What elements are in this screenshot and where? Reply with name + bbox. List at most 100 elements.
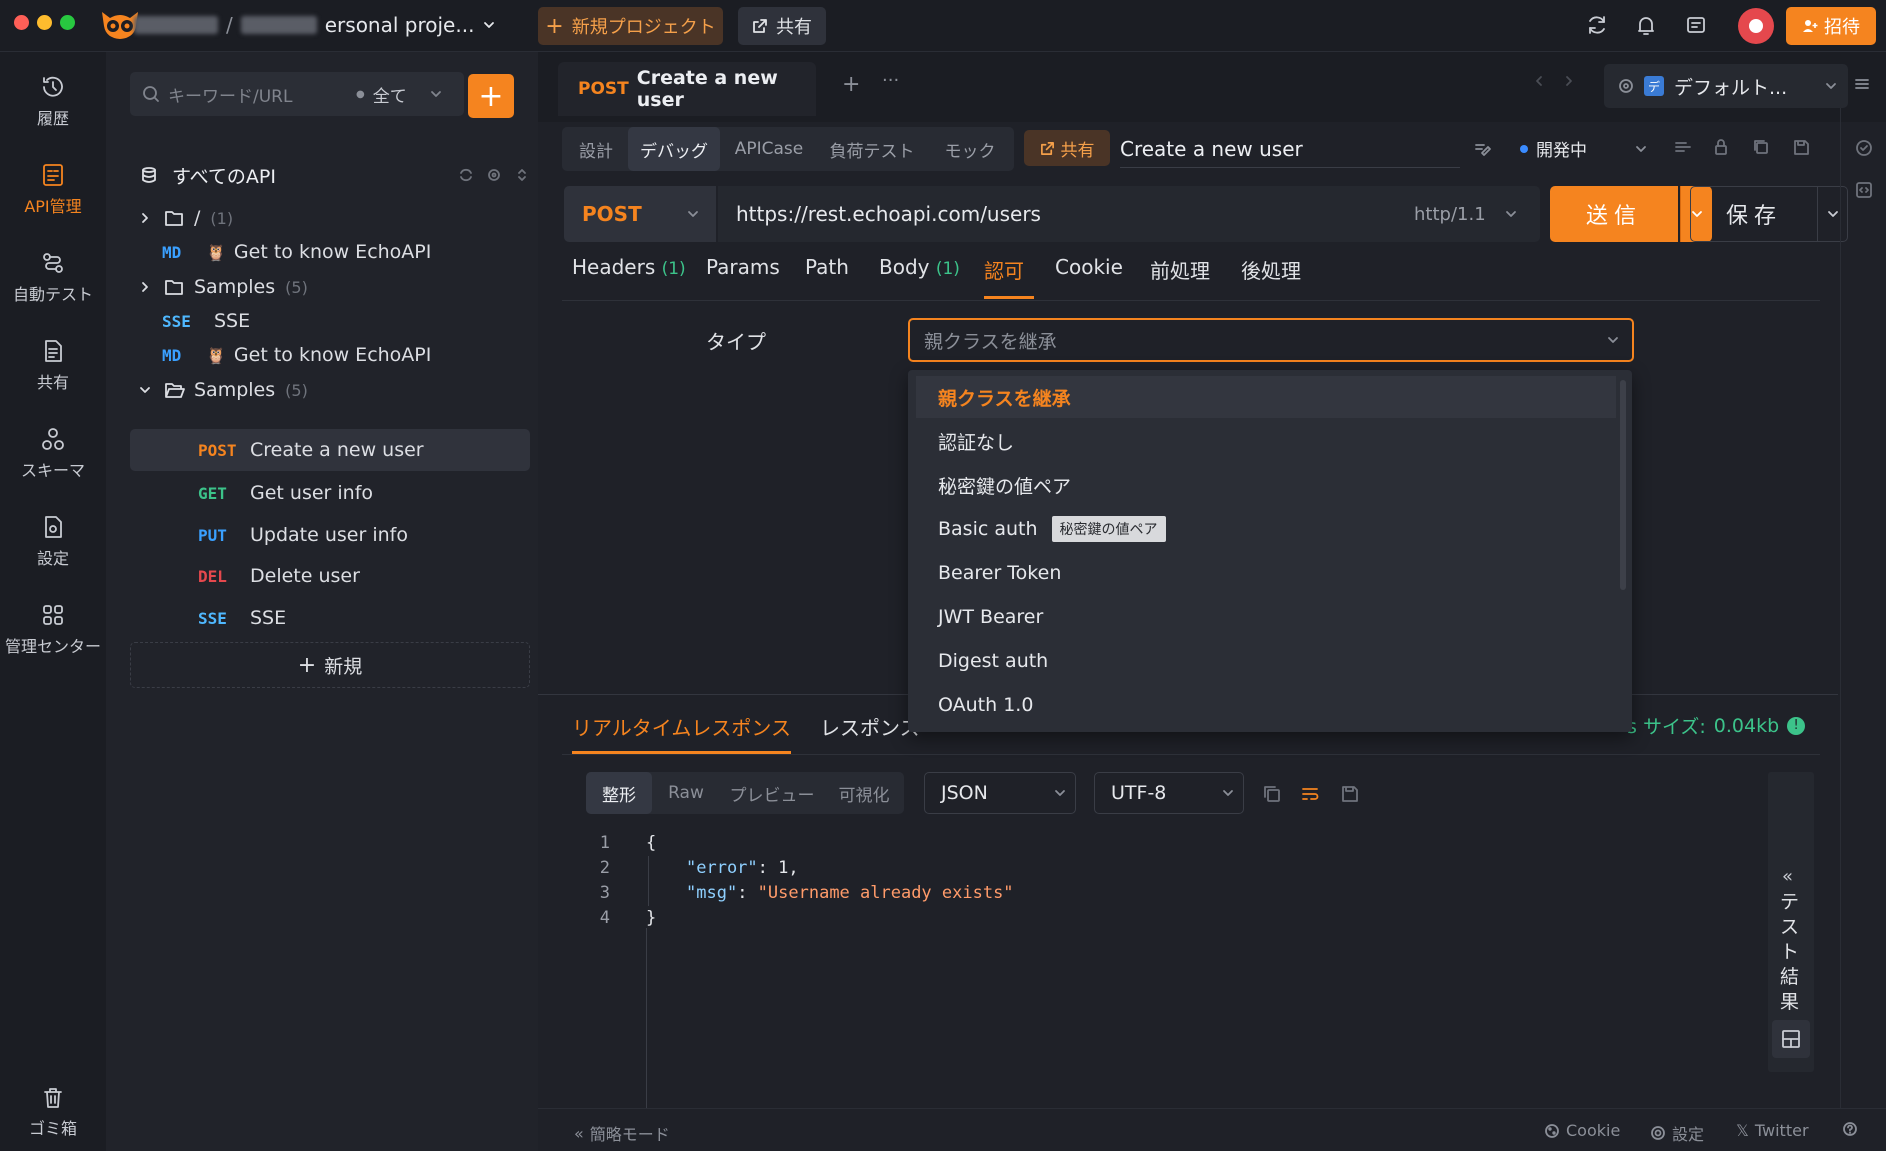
environment-select[interactable]: デ デフォルト... [1604, 64, 1848, 108]
nav-item-settings[interactable]: 設定 [0, 514, 106, 569]
protocol-select[interactable]: http/1.1 [1414, 204, 1504, 225]
format-raw[interactable]: Raw [652, 772, 720, 814]
auth-option-jwt[interactable]: JWT Bearer [916, 596, 1616, 638]
simple-mode-button[interactable]: « 簡略モード [574, 1121, 670, 1145]
mode-apicase[interactable]: APICase [722, 127, 816, 171]
encoding-select[interactable]: UTF-8 [1094, 772, 1244, 814]
code-icon[interactable] [1674, 138, 1692, 156]
auth-option-digest[interactable]: Digest auth [916, 640, 1616, 682]
request-name-field[interactable]: Create a new user [1120, 130, 1460, 168]
tab-auth[interactable]: 認可 [984, 255, 1034, 299]
tree-item-selected[interactable]: POST Create a new user [130, 429, 530, 471]
tab-path[interactable]: Path [805, 255, 849, 299]
lock-icon[interactable] [1712, 138, 1730, 156]
response-code-viewer[interactable]: 1 { 2 "error": 1, 3 "msg": "Username alr… [586, 828, 1766, 1108]
tab-body[interactable]: Body (1) [879, 255, 960, 299]
new-project-button[interactable]: + 新規プロジェクト [538, 7, 723, 45]
info-icon[interactable]: ! [1787, 716, 1806, 735]
tree-item[interactable]: DEL Delete user [130, 556, 530, 596]
tab-params[interactable]: Params [706, 255, 780, 299]
collapse-left-icon[interactable]: « [1782, 866, 1793, 887]
auth-option-bearer[interactable]: Bearer Token [916, 552, 1616, 594]
window-maximize-button[interactable] [60, 15, 75, 30]
tab-create-new-user[interactable]: POST Create a new user [558, 62, 816, 116]
auth-option-inherit[interactable]: 親クラスを継承 [916, 376, 1616, 418]
tree-item[interactable]: MD 🦉 Get to know EchoAPI [130, 232, 530, 272]
tab-headers[interactable]: Headers (1) [572, 255, 686, 299]
tab-scroll-left-icon[interactable] [1532, 74, 1546, 88]
help-button[interactable] [1842, 1121, 1858, 1137]
mode-load-test[interactable]: 負荷テスト [818, 127, 926, 171]
format-pretty[interactable]: 整形 [586, 772, 652, 814]
format-preview[interactable]: プレビュー [720, 772, 824, 814]
tree-item[interactable]: SSE SSE [130, 598, 530, 638]
code-snippet-icon[interactable] [1854, 180, 1874, 200]
sync-icon[interactable] [1585, 13, 1609, 37]
mode-debug[interactable]: デバッグ [628, 127, 720, 171]
auth-option-oauth1[interactable]: OAuth 1.0 [916, 684, 1616, 726]
check-circle-icon[interactable] [1854, 138, 1874, 158]
save-response-icon[interactable] [1340, 784, 1360, 804]
settings-button[interactable]: 設定 [1650, 1121, 1704, 1145]
send-button[interactable]: 送信 [1550, 186, 1678, 242]
invite-button[interactable]: 招待 [1786, 7, 1876, 45]
project-selector[interactable]: / ersonal proje... [134, 13, 496, 37]
save-button[interactable]: 保存 [1690, 186, 1818, 242]
tab-realtime-response[interactable]: リアルタイムレスポンス [572, 712, 791, 754]
mode-design[interactable]: 設計 [562, 127, 630, 171]
auth-type-select[interactable]: 親クラスを継承 [908, 318, 1634, 362]
window-close-button[interactable] [14, 15, 29, 30]
locate-icon[interactable] [486, 167, 502, 183]
search-input[interactable]: キーワード/URL ● 全て [130, 72, 464, 116]
test-results-panel[interactable]: « テスト結果 [1768, 772, 1814, 1072]
notes-icon[interactable] [1684, 13, 1708, 37]
nav-item-history[interactable]: 履歴 [0, 74, 106, 129]
nav-item-trash[interactable]: ゴミ箱 [0, 1086, 106, 1139]
tab-response[interactable]: レスポンス [820, 712, 920, 741]
expand-collapse-icon[interactable] [514, 167, 530, 183]
language-select[interactable]: JSON [924, 772, 1076, 814]
window-minimize-button[interactable] [37, 15, 52, 30]
format-visualize[interactable]: 可視化 [824, 772, 904, 814]
nav-item-admin[interactable]: 管理センター [0, 602, 106, 657]
nav-item-schema[interactable]: スキーマ [0, 426, 106, 481]
share-button[interactable]: 共有 [738, 7, 826, 45]
tree-item[interactable]: PUT Update user info [130, 515, 530, 555]
dropdown-scrollbar[interactable] [1620, 380, 1626, 590]
copy-icon[interactable] [1752, 138, 1770, 156]
tree-item[interactable]: MD 🦉 Get to know EchoAPI [130, 335, 530, 375]
save-disk-icon[interactable] [1792, 138, 1810, 156]
add-tab-icon[interactable]: + [842, 72, 860, 97]
new-api-button[interactable]: + 新規 [130, 642, 530, 688]
word-wrap-icon[interactable] [1300, 784, 1320, 804]
cookie-button[interactable]: Cookie [1544, 1121, 1620, 1140]
copy-response-icon[interactable] [1262, 784, 1282, 804]
add-api-button[interactable]: + [468, 74, 514, 118]
auth-option-none[interactable]: 認証なし [916, 420, 1616, 462]
nav-item-auto-test[interactable]: 自動テスト [0, 250, 106, 305]
nav-item-share[interactable]: 共有 [0, 338, 106, 393]
tree-item[interactable]: GET Get user info [130, 473, 530, 513]
method-select[interactable]: POST [564, 186, 716, 242]
tab-scroll-right-icon[interactable] [1562, 74, 1576, 88]
menu-icon[interactable] [1854, 76, 1870, 92]
auth-option-basic[interactable]: Basic auth 秘密鍵の値ペア [916, 508, 1616, 550]
filter-select[interactable]: 全て [373, 82, 407, 107]
refresh-icon[interactable] [458, 167, 474, 183]
tree-folder-samples-expanded[interactable]: Samples (5) [130, 370, 530, 410]
auth-option-key-value[interactable]: 秘密鍵の値ペア [916, 464, 1616, 506]
mode-mock[interactable]: モック [928, 127, 1012, 171]
avatar[interactable] [1738, 8, 1774, 44]
tab-pre-processing[interactable]: 前処理 [1150, 255, 1210, 299]
tab-post-processing[interactable]: 後処理 [1241, 255, 1301, 299]
url-input[interactable]: https://rest.echoapi.com/users http/1.1 [718, 186, 1540, 242]
status-select[interactable]: 開発中 [1520, 136, 1648, 161]
twitter-button[interactable]: 𝕏 Twitter [1736, 1121, 1809, 1140]
nav-item-api[interactable]: API管理 [0, 162, 106, 217]
edit-description-icon[interactable] [1474, 140, 1492, 158]
layout-toggle-icon[interactable] [1772, 1020, 1810, 1058]
share-tag-button[interactable]: 共有 [1024, 130, 1110, 166]
tab-cookie[interactable]: Cookie [1055, 255, 1123, 299]
bell-icon[interactable] [1634, 13, 1658, 37]
more-tabs-icon[interactable]: ··· [882, 70, 899, 91]
